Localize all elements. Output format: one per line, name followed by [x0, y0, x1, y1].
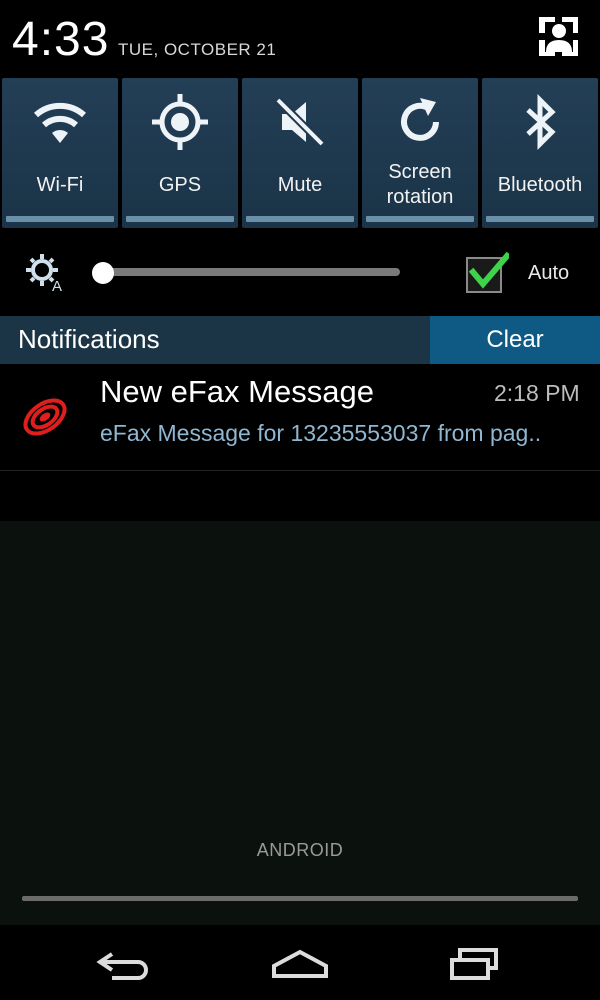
brightness-slider[interactable] [100, 268, 400, 276]
clock: 4:33 [12, 13, 110, 66]
gps-icon [122, 92, 238, 152]
notifications-title: Notifications [18, 324, 160, 354]
tile-label: Screen rotation [386, 161, 454, 208]
tile-mute[interactable]: Mute [242, 78, 358, 228]
notification-time: 2:18 PM [494, 380, 580, 406]
tile-active-bar [366, 216, 474, 222]
efax-icon [20, 392, 70, 442]
brightness-auto-icon: A [24, 252, 68, 295]
notification-empty-area [0, 521, 600, 925]
bluetooth-icon [482, 92, 598, 152]
settings-button[interactable] [538, 16, 580, 58]
rotation-icon [362, 92, 478, 152]
tile-active-bar [486, 216, 594, 222]
brightness-slider-thumb[interactable] [92, 262, 114, 284]
drag-handle[interactable] [22, 896, 578, 901]
tile-active-bar [246, 216, 354, 222]
tile-label: GPS [158, 173, 202, 196]
notification-body: eFax Message for 13235553037 from pag.. [100, 420, 542, 446]
tile-active-bar [126, 216, 234, 222]
home-icon [272, 949, 328, 978]
auto-brightness-checkbox[interactable] [465, 251, 512, 294]
tile-wifi[interactable]: Wi-Fi [2, 78, 118, 228]
user-settings-icon [539, 17, 578, 56]
wifi-icon [2, 92, 118, 152]
notification-title: New eFax Message [100, 374, 374, 409]
quick-settings-panel: Wi-Fi GPS Mute Screen rotation Bluetooth [0, 76, 600, 230]
tile-gps[interactable]: GPS [122, 78, 238, 228]
carrier-label: ANDROID [256, 840, 344, 860]
back-button[interactable] [84, 936, 164, 992]
recent-apps-icon [450, 948, 498, 980]
auto-brightness-label: Auto [528, 262, 570, 284]
tile-label: Mute [277, 173, 323, 196]
svg-text:A: A [52, 278, 62, 292]
mute-icon [242, 92, 358, 152]
tile-active-bar [6, 216, 114, 222]
checkmark-icon [466, 251, 512, 293]
date: TUE, OCTOBER 21 [118, 40, 277, 59]
clear-button[interactable]: Clear [430, 316, 600, 364]
recent-apps-button[interactable] [436, 936, 516, 992]
divider-gap [0, 471, 600, 521]
tile-bluetooth[interactable]: Bluetooth [482, 78, 598, 228]
tile-label: Bluetooth [497, 173, 583, 196]
tile-label: Wi-Fi [36, 173, 84, 196]
tile-screen-rotation[interactable]: Screen rotation [362, 78, 478, 228]
back-icon [96, 952, 148, 980]
home-button[interactable] [260, 936, 340, 992]
